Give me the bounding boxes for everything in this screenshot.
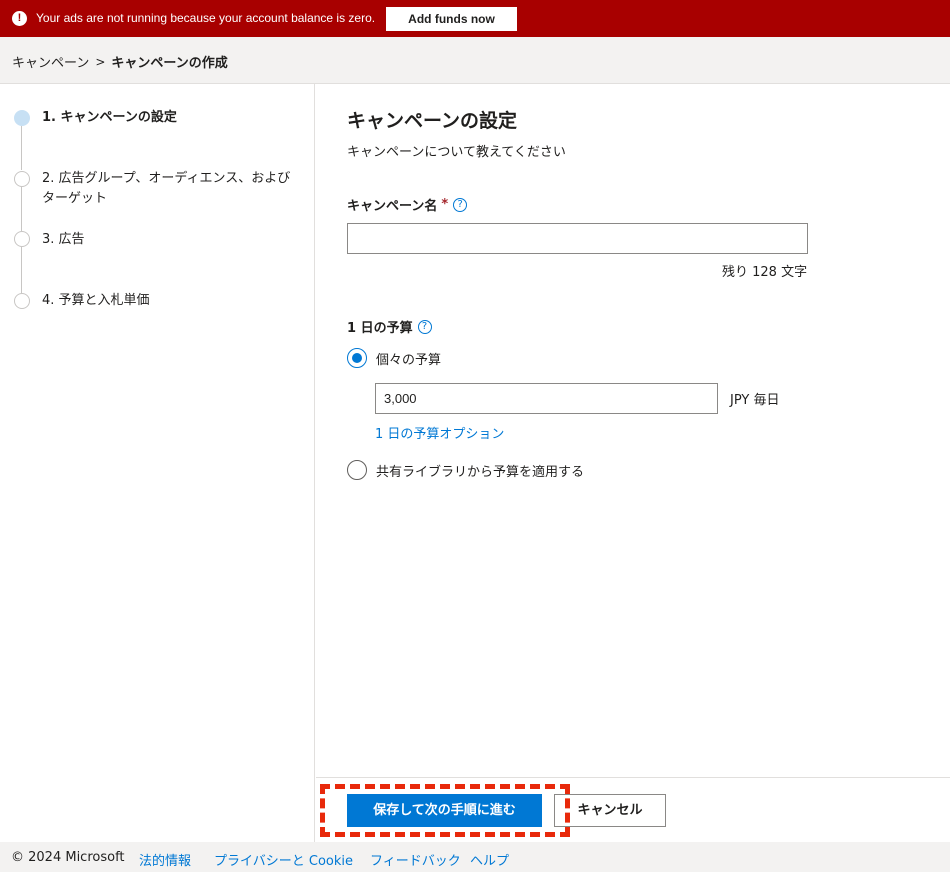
daily-budget-label: 1 日の予算 ?: [347, 317, 432, 336]
footer-link-privacy[interactable]: プライバシーと Cookie: [214, 850, 353, 869]
step-label[interactable]: 2. 広告グループ、オーディエンス、およびターゲット: [42, 169, 297, 209]
campaign-name-label: キャンペーン名 * ?: [347, 195, 468, 214]
save-and-next-button[interactable]: 保存して次の手順に進む: [347, 794, 542, 827]
campaign-name-input[interactable]: [347, 223, 808, 254]
step-connector: [21, 187, 22, 231]
remaining-characters: 残り 128 文字: [722, 265, 808, 280]
page-subtitle: キャンペーンについて教えてください: [347, 145, 566, 160]
shared-budget-radio[interactable]: 共有ライブラリから予算を適用する: [347, 460, 584, 480]
radio-label: 共有ライブラリから予算を適用する: [376, 464, 585, 480]
alert-bar: ! Your ads are not running because your …: [0, 0, 950, 37]
individual-budget-radio[interactable]: 個々の予算: [347, 348, 441, 368]
help-icon[interactable]: ?: [417, 319, 432, 334]
alert-message: Your ads are not running because your ac…: [36, 11, 376, 25]
step-navigation: 1. キャンペーンの設定 2. 広告グループ、オーディエンス、およびターゲット …: [0, 84, 315, 842]
budget-amount-input[interactable]: [375, 383, 718, 414]
breadcrumb-bar: キャンペーン > キャンペーンの作成: [0, 37, 950, 84]
footer-link-legal[interactable]: 法的情報: [139, 850, 191, 869]
step-label[interactable]: 3. 広告: [42, 230, 297, 250]
step-indicator-active: [14, 110, 30, 126]
radio-checked[interactable]: [347, 348, 367, 368]
breadcrumb-campaigns-link[interactable]: キャンペーン: [12, 52, 89, 71]
add-funds-button[interactable]: Add funds now: [386, 7, 517, 31]
breadcrumb-current: キャンペーンの作成: [111, 56, 228, 71]
breadcrumb-separator: >: [95, 54, 106, 69]
step-connector: [21, 247, 22, 293]
step-connector: [21, 126, 22, 170]
campaign-name-label-text: キャンペーン名: [347, 199, 438, 214]
currency-unit-label: JPY 毎日: [730, 393, 780, 408]
footer-link-help[interactable]: ヘルプ: [470, 850, 509, 869]
footer: © 2024 Microsoft 法的情報 プライバシーと Cookie フィー…: [0, 842, 950, 872]
campaign-settings-form: キャンペーンの設定 キャンペーンについて教えてください キャンペーン名 * ? …: [316, 84, 950, 777]
budget-options-link[interactable]: 1 日の予算オプション: [375, 423, 504, 442]
help-icon[interactable]: ?: [453, 197, 468, 212]
footer-link-feedback[interactable]: フィードバック: [370, 850, 461, 869]
step-indicator: [14, 171, 30, 187]
step-label[interactable]: 4. 予算と入札単価: [42, 291, 297, 311]
cancel-button[interactable]: キャンセル: [554, 794, 666, 827]
breadcrumb: キャンペーン > キャンペーンの作成: [12, 52, 228, 72]
copyright: © 2024 Microsoft: [11, 850, 125, 865]
step-indicator: [14, 293, 30, 309]
exclamation-icon: !: [12, 11, 27, 26]
radio-unchecked[interactable]: [347, 460, 367, 480]
page-title: キャンペーンの設定: [347, 110, 518, 132]
daily-budget-label-text: 1 日の予算: [347, 321, 413, 336]
step-indicator: [14, 231, 30, 247]
step-label[interactable]: 1. キャンペーンの設定: [42, 108, 297, 128]
action-bar: 保存して次の手順に進む キャンセル: [316, 777, 950, 842]
required-marker: *: [441, 197, 449, 212]
radio-label: 個々の予算: [376, 352, 442, 368]
